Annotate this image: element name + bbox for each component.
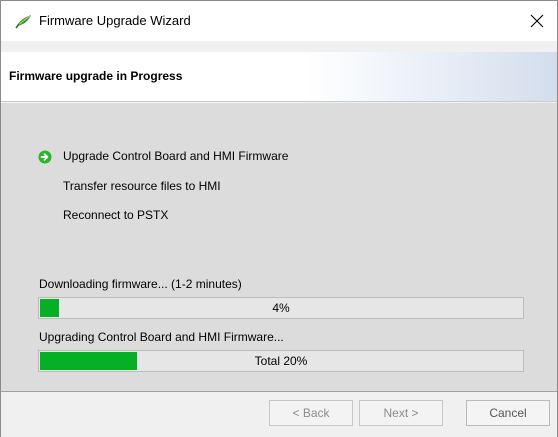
wizard-header: Firmware upgrade in Progress <box>1 52 557 102</box>
total-progress-label: Total 20% <box>254 354 308 368</box>
close-button[interactable] <box>517 1 557 41</box>
download-progress-bar: 4% <box>38 297 524 319</box>
window-title: Firmware Upgrade Wizard <box>39 13 191 28</box>
back-button[interactable]: < Back <box>269 400 353 426</box>
title-bar: Firmware Upgrade Wizard <box>1 1 557 41</box>
download-progress-label: 4% <box>272 301 290 315</box>
step-reconnect: Reconnect to PSTX <box>63 208 169 222</box>
cancel-button[interactable]: Cancel <box>466 400 550 426</box>
next-button[interactable]: Next > <box>359 400 443 426</box>
page-title: Firmware upgrade in Progress <box>9 69 183 83</box>
upgrade-status: Upgrading Control Board and HMI Firmware… <box>39 330 284 344</box>
arrow-right-circle-icon <box>38 150 52 164</box>
download-status: Downloading firmware... (1-2 minutes) <box>39 277 242 291</box>
firmware-leaf-icon <box>15 14 32 29</box>
step-upgrade-firmware: Upgrade Control Board and HMI Firmware <box>63 149 289 163</box>
close-icon <box>530 14 544 28</box>
wizard-content <box>1 103 557 392</box>
total-progress-bar: Total 20% <box>38 350 524 372</box>
wizard-window: Firmware Upgrade Wizard Firmware upgrade… <box>0 0 558 437</box>
step-transfer-resources: Transfer resource files to HMI <box>63 179 221 193</box>
